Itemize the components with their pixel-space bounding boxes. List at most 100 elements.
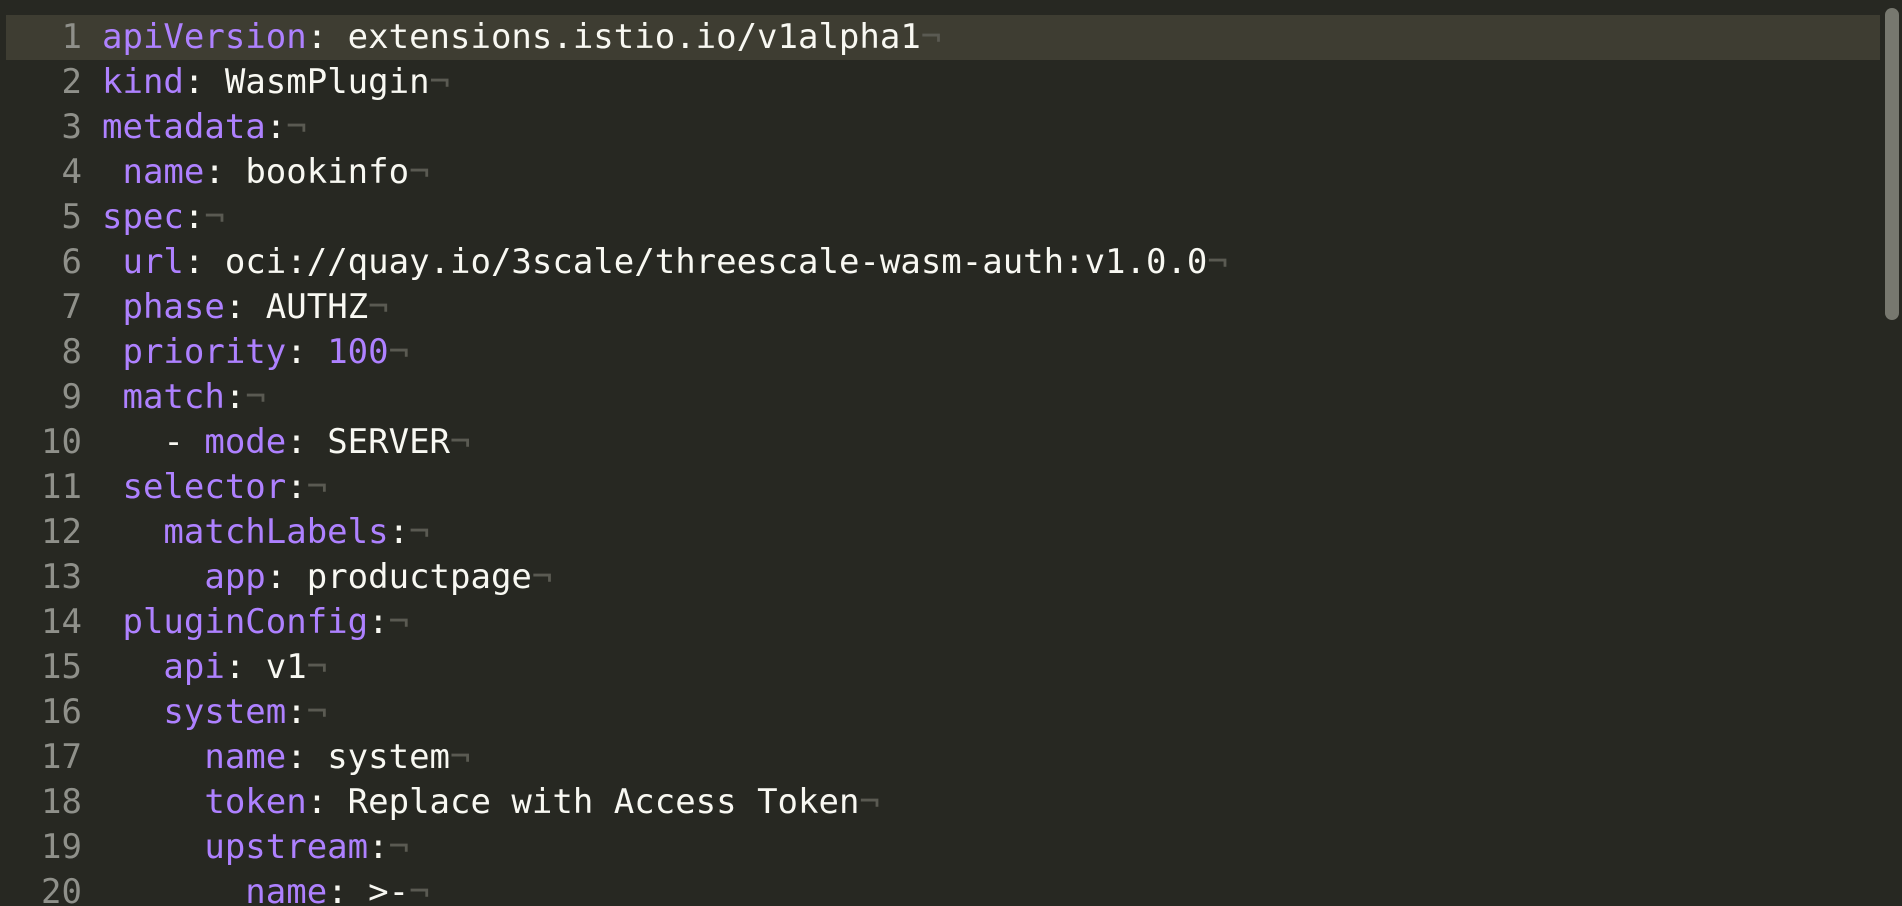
yaml-separator: :	[368, 602, 389, 642]
line-number: 16	[41, 692, 82, 732]
code-line[interactable]: 18 token: Replace with Access Token¬	[0, 780, 1880, 825]
code-text[interactable]: kind: WasmPlugin¬	[102, 60, 450, 105]
yaml-key: upstream	[204, 827, 369, 867]
yaml-separator: :	[286, 692, 307, 732]
code-text[interactable]: spec:¬	[102, 195, 225, 240]
yaml-key: name	[204, 737, 287, 777]
code-line[interactable]: 20 name: >-¬	[0, 870, 1880, 906]
code-line[interactable]: 2 kind: WasmPlugin¬	[0, 60, 1880, 105]
end-of-line-marker: ¬	[306, 692, 328, 732]
code-line[interactable]: 15 api: v1¬	[0, 645, 1880, 690]
code-text[interactable]: name: system¬	[102, 735, 470, 780]
yaml-value: v1	[265, 647, 307, 687]
line-number: 13	[41, 557, 82, 597]
scrollbar-thumb[interactable]	[1885, 8, 1899, 320]
code-text[interactable]: phase: AUTHZ¬	[102, 285, 388, 330]
yaml-value: WasmPlugin	[224, 62, 430, 102]
code-text[interactable]: app: productpage¬	[102, 555, 552, 600]
yaml-key: match	[122, 377, 225, 417]
end-of-line-marker: ¬	[388, 602, 410, 642]
code-text[interactable]: name: >-¬	[102, 870, 430, 906]
code-line[interactable]: 4 name: bookinfo¬	[0, 150, 1880, 195]
code-line-current[interactable]: 1 apiVersion: extensions.istio.io/v1alpha…	[6, 15, 1880, 60]
line-number: 1	[61, 17, 82, 57]
code-line[interactable]: 19 upstream:¬	[0, 825, 1880, 870]
yaml-key: mode	[204, 422, 287, 462]
code-line[interactable]: 6 url: oci://quay.io/3scale/threescale-w…	[0, 240, 1880, 285]
line-number: 8	[61, 332, 82, 372]
line-number: 11	[41, 467, 82, 507]
code-line[interactable]: 9 match:¬	[0, 375, 1880, 420]
yaml-value: productpage	[306, 557, 532, 597]
code-text[interactable]: system:¬	[102, 690, 327, 735]
code-text[interactable]: matchLabels:¬	[102, 510, 429, 555]
yaml-separator: :	[224, 287, 266, 327]
code-line[interactable]: 8 priority: 100¬	[0, 330, 1880, 375]
yaml-key: matchLabels	[163, 512, 389, 552]
yaml-separator: :	[183, 62, 225, 102]
code-text[interactable]: api: v1¬	[102, 645, 327, 690]
yaml-value: bookinfo	[245, 152, 410, 192]
yaml-key: name	[122, 152, 205, 192]
end-of-line-marker: ¬	[409, 872, 430, 906]
code-text[interactable]: pluginConfig:¬	[102, 600, 409, 645]
code-line[interactable]: 5 spec:¬	[0, 195, 1880, 240]
code-line[interactable]: 3 metadata:¬	[0, 105, 1880, 150]
line-number: 3	[61, 107, 82, 147]
code-line[interactable]: 13 app: productpage¬	[0, 555, 1880, 600]
code-line[interactable]: 7 phase: AUTHZ¬	[0, 285, 1880, 330]
yaml-separator: :	[286, 737, 328, 777]
line-number: 5	[61, 197, 82, 237]
code-text[interactable]: match:¬	[102, 375, 265, 420]
yaml-separator: :	[286, 467, 307, 507]
code-text[interactable]: apiVersion: extensions.istio.io/v1alpha1…	[102, 15, 941, 60]
code-text[interactable]: name: bookinfo¬	[102, 150, 430, 195]
code-text[interactable]: metadata:¬	[102, 105, 307, 150]
yaml-value: AUTHZ	[265, 287, 369, 327]
code-lines[interactable]: 1 apiVersion: extensions.istio.io/v1alpha…	[0, 15, 1880, 906]
yaml-key: api	[163, 647, 225, 687]
end-of-line-marker: ¬	[306, 647, 328, 687]
code-line[interactable]: 10 - mode: SERVER¬	[0, 420, 1880, 465]
end-of-line-marker: ¬	[388, 827, 410, 867]
yaml-separator: :	[368, 827, 389, 867]
end-of-line-marker: ¬	[1207, 242, 1228, 282]
end-of-line-marker: ¬	[859, 782, 880, 822]
code-text[interactable]: url: oci://quay.io/3scale/threescale-was…	[102, 240, 1228, 285]
yaml-key: spec	[102, 197, 184, 237]
yaml-separator: :	[306, 17, 348, 57]
end-of-line-marker: ¬	[306, 467, 328, 507]
code-line[interactable]: 17 name: system¬	[0, 735, 1880, 780]
line-number: 14	[41, 602, 82, 642]
yaml-key: metadata	[102, 107, 266, 147]
yaml-key: url	[122, 242, 184, 282]
yaml-separator: :	[224, 647, 266, 687]
code-text[interactable]: - mode: SERVER¬	[102, 420, 470, 465]
end-of-line-marker: ¬	[286, 107, 307, 147]
line-number: 18	[41, 782, 82, 822]
code-editor[interactable]: 1 apiVersion: extensions.istio.io/v1alpha…	[0, 0, 1902, 906]
line-number: 6	[61, 242, 82, 282]
line-number: 4	[61, 152, 82, 192]
yaml-separator: :	[265, 557, 307, 597]
end-of-line-marker: ¬	[409, 152, 430, 192]
code-line[interactable]: 12 matchLabels:¬	[0, 510, 1880, 555]
code-text[interactable]: selector:¬	[102, 465, 327, 510]
vertical-scrollbar[interactable]	[1880, 0, 1902, 906]
code-text[interactable]: upstream:¬	[102, 825, 409, 870]
yaml-separator: :	[306, 782, 348, 822]
code-text[interactable]: token: Replace with Access Token¬	[102, 780, 880, 825]
yaml-separator: :	[388, 512, 410, 552]
code-line[interactable]: 11 selector:¬	[0, 465, 1880, 510]
yaml-key: selector	[122, 467, 287, 507]
yaml-separator: :	[286, 332, 328, 372]
code-line[interactable]: 14 pluginConfig:¬	[0, 600, 1880, 645]
yaml-separator: :	[204, 152, 246, 192]
code-line[interactable]: 16 system:¬	[0, 690, 1880, 735]
yaml-key: pluginConfig	[122, 602, 369, 642]
code-text[interactable]: priority: 100¬	[102, 330, 409, 375]
